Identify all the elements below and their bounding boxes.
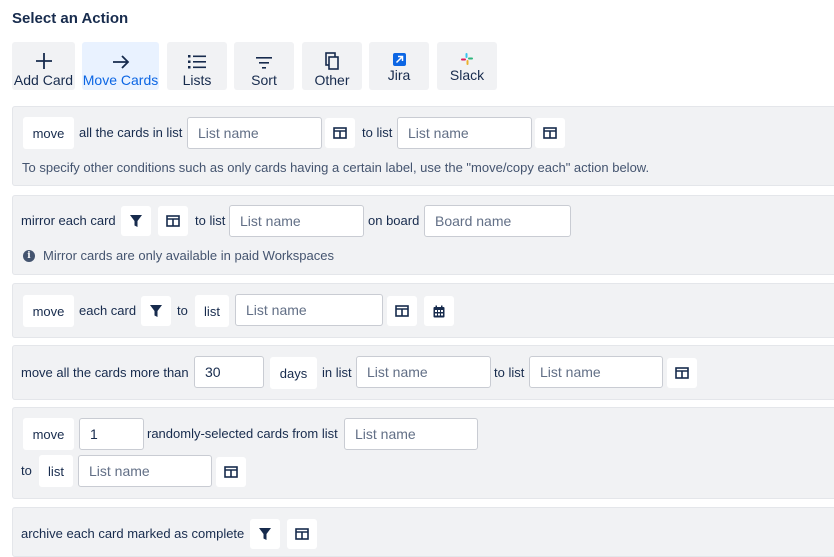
calendar-icon — [433, 305, 445, 317]
in-list-label: in list — [322, 365, 352, 380]
tab-label: Jira — [387, 67, 411, 83]
to-list-label: to list — [362, 125, 393, 140]
board-icon — [333, 127, 347, 139]
list-selector-button[interactable]: list — [195, 295, 229, 327]
filter-button[interactable] — [250, 519, 280, 549]
tab-other[interactable]: Other — [302, 42, 362, 90]
plus-icon — [35, 44, 53, 70]
tab-label: Lists — [182, 72, 212, 88]
move-older-label: move all the cards more than — [21, 365, 189, 380]
archive-label: archive each card marked as complete — [21, 526, 245, 541]
filter-icon — [259, 528, 271, 540]
action-archive-complete[interactable]: archive each card marked as complete — [12, 507, 834, 557]
list-picker-button[interactable] — [667, 358, 697, 388]
board-icon — [224, 466, 238, 478]
action-move-all-cards[interactable]: move all the cards in list to list To sp… — [12, 106, 834, 186]
info-icon: i — [23, 250, 35, 262]
action-mirror-card[interactable]: mirror each card to list on board i Mirr… — [12, 195, 834, 275]
tab-jira[interactable]: Jira — [369, 42, 429, 90]
move-button[interactable]: move — [23, 295, 74, 327]
list-picker-button[interactable] — [325, 118, 355, 148]
count-input[interactable] — [79, 418, 144, 450]
to-list-label: to list — [494, 365, 525, 380]
tab-lists[interactable]: Lists — [167, 42, 227, 90]
tab-label: Add Card — [13, 72, 74, 88]
action-move-each-card[interactable]: move each card to list — [12, 283, 834, 338]
slack-icon — [461, 49, 473, 69]
tab-add-card[interactable]: Add Card — [12, 42, 75, 90]
to-label: to — [177, 303, 188, 318]
source-list-input[interactable] — [356, 356, 491, 388]
tab-move-cards[interactable]: Move Cards — [82, 42, 159, 90]
action-move-old-cards[interactable]: move all the cards more than days in lis… — [12, 345, 834, 400]
to-list-label: to list — [195, 213, 226, 228]
tab-label: Sort — [251, 72, 277, 88]
tab-sort[interactable]: Sort — [234, 42, 294, 90]
days-selector-button[interactable]: days — [270, 357, 317, 389]
date-picker-button[interactable] — [424, 296, 454, 326]
random-label: randomly-selected cards from list — [147, 426, 338, 441]
board-input[interactable] — [424, 205, 571, 237]
tab-label: Move Cards — [82, 72, 159, 88]
tab-label: Slack — [449, 67, 485, 83]
filter-icon — [130, 215, 142, 227]
list-picker-button[interactable] — [287, 519, 317, 549]
days-input[interactable] — [194, 356, 264, 388]
board-icon — [675, 367, 689, 379]
list-picker-button[interactable] — [216, 457, 246, 487]
mirror-label: mirror each card — [21, 213, 116, 228]
on-board-label: on board — [368, 213, 420, 228]
paid-note: Mirror cards are only available in paid … — [43, 248, 334, 263]
all-cards-label: all the cards in list — [79, 125, 183, 140]
list-selector-button[interactable]: list — [39, 455, 73, 487]
target-list-input[interactable] — [235, 294, 383, 326]
board-icon — [295, 528, 309, 540]
board-icon — [543, 127, 557, 139]
target-list-input[interactable] — [78, 455, 212, 487]
list-picker-button[interactable] — [158, 206, 188, 236]
board-icon — [166, 215, 180, 227]
arrow-right-icon — [112, 44, 130, 70]
help-text: To specify other conditions such as only… — [22, 160, 650, 175]
action-move-random-cards[interactable]: move randomly-selected cards from list t… — [12, 407, 834, 499]
each-card-label: each card — [79, 303, 137, 318]
list-picker-button[interactable] — [535, 118, 565, 148]
tab-label: Other — [314, 72, 350, 88]
filter-icon — [150, 305, 162, 317]
board-icon — [395, 305, 409, 317]
page-title: Select an Action — [12, 10, 129, 27]
filter-button[interactable] — [121, 206, 151, 236]
target-list-input[interactable] — [529, 356, 663, 388]
target-list-input[interactable] — [397, 117, 532, 149]
filter-button[interactable] — [141, 296, 171, 326]
source-list-input[interactable] — [344, 418, 478, 450]
source-list-input[interactable] — [187, 117, 322, 149]
jira-icon — [392, 49, 406, 69]
move-button[interactable]: move — [23, 418, 74, 450]
copy-icon — [324, 44, 340, 70]
list-picker-button[interactable] — [387, 296, 417, 326]
target-list-input[interactable] — [229, 205, 364, 237]
list-icon — [187, 44, 207, 70]
move-button[interactable]: move — [23, 117, 74, 149]
sort-icon — [255, 44, 273, 70]
to-label: to — [21, 463, 32, 478]
tab-slack[interactable]: Slack — [437, 42, 497, 90]
